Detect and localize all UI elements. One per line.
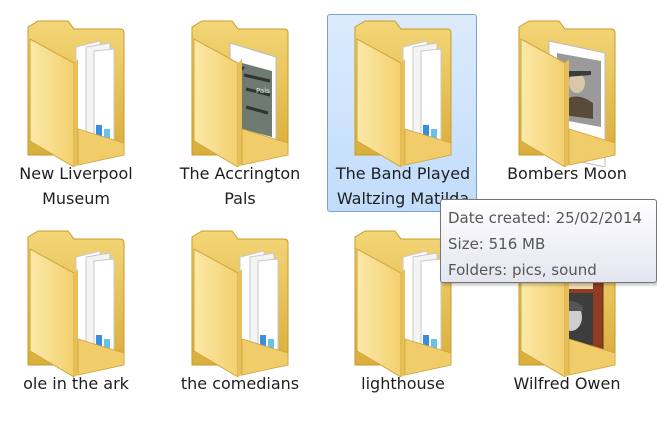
folder-tooltip: Date created: 25/02/2014 Size: 516 MB Fo… xyxy=(440,199,657,283)
folder-icon: Pals xyxy=(180,17,300,167)
folder-icon xyxy=(16,17,136,167)
svg-text:Pals: Pals xyxy=(256,87,270,95)
folder-label: Bombers Moon xyxy=(507,164,627,183)
folder-item[interactable]: The Band Played Waltzing Matilda xyxy=(327,14,477,212)
folder-item[interactable]: New Liverpool Museum xyxy=(0,14,150,212)
folder-item[interactable]: the comedians xyxy=(164,224,314,422)
folder-icon xyxy=(343,17,463,167)
folder-label: the comedians xyxy=(180,374,300,393)
folder-label: New Liverpool Museum xyxy=(19,164,133,208)
folder-label: ole in the ark xyxy=(23,374,129,393)
folder-item[interactable]: ole in the ark xyxy=(0,224,150,422)
tooltip-folders: Folders: pics, sound xyxy=(448,261,597,279)
folder-icon xyxy=(16,227,136,377)
folder-icon xyxy=(180,227,300,377)
folder-label: Wilfred Owen xyxy=(513,374,621,393)
folder-item[interactable]: Bombers Moon xyxy=(491,14,641,212)
tooltip-size: Size: 516 MB xyxy=(448,235,546,253)
folder-label: lighthouse xyxy=(361,374,445,393)
folder-item[interactable]: Pals The Accrington Pals xyxy=(164,14,314,212)
folder-icon xyxy=(507,17,627,167)
tooltip-date-created: Date created: 25/02/2014 xyxy=(448,209,643,227)
folder-label: The Accrington Pals xyxy=(179,164,301,208)
